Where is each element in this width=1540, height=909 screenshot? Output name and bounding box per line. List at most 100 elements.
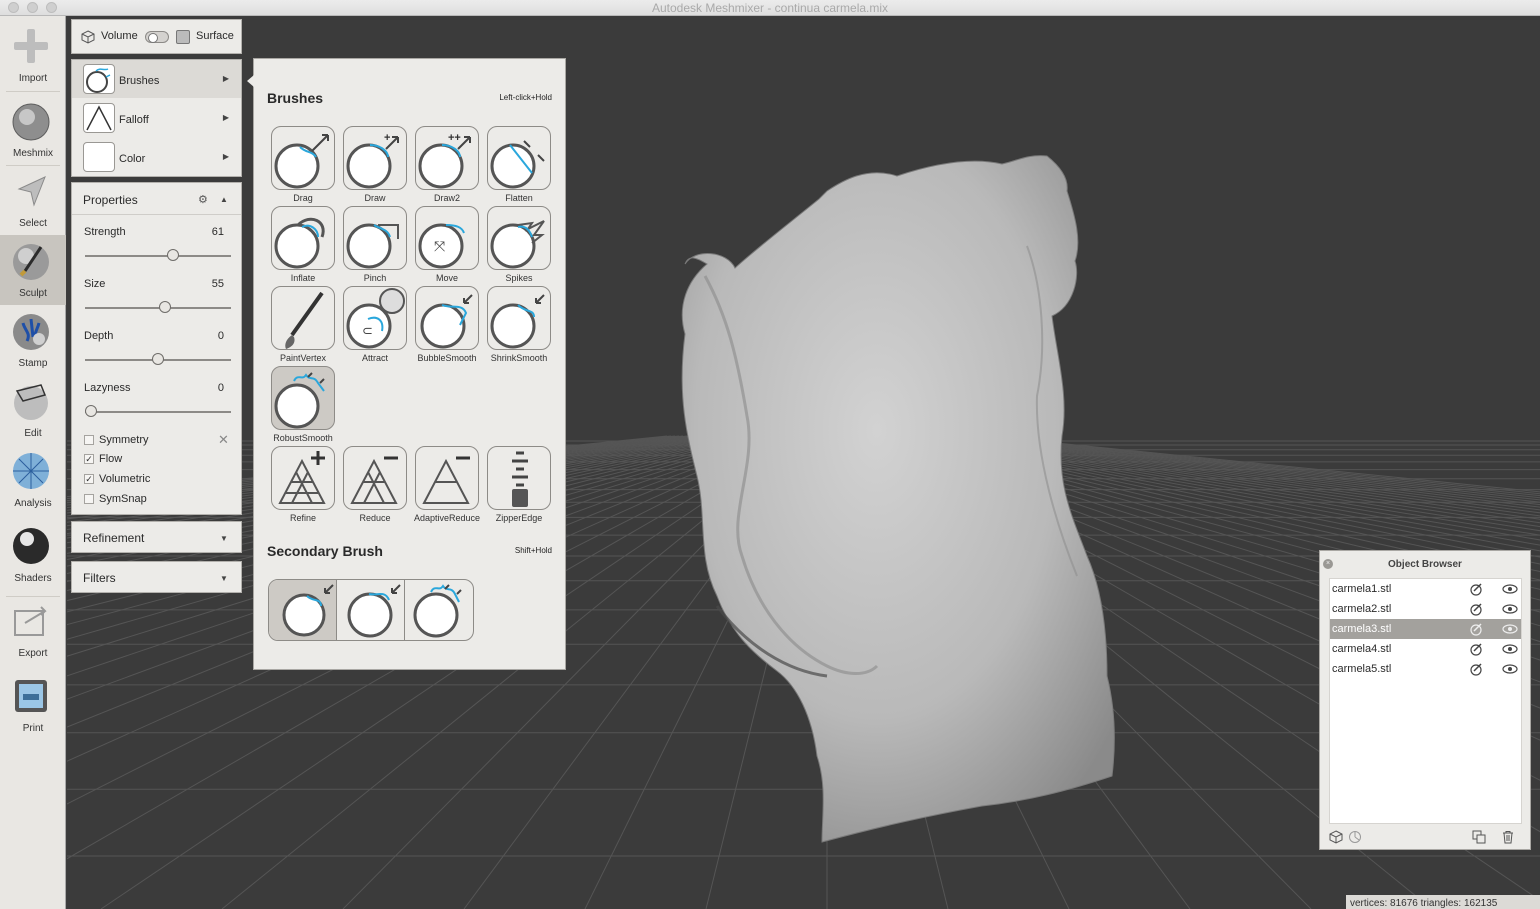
lazyness-slider-track[interactable] [85,411,231,413]
symsnap-checkbox[interactable]: SymSnap [83,492,233,508]
sculpt-tool[interactable]: Sculpt [0,235,66,305]
brush-tile: ++ [415,126,479,190]
brushes-hint: Left-click+Hold [499,93,552,102]
brush-spikes[interactable]: Spikes [486,206,552,284]
size-value[interactable]: 55 [212,278,224,290]
volumetric-checkbox[interactable]: ✓ Volumetric [83,472,233,488]
print-tool[interactable]: Print [0,670,66,740]
flow-checkbox[interactable]: ✓ Flow [83,452,233,468]
secondary-brush-robustsmooth[interactable] [405,580,473,640]
list-item[interactable]: carmela4.stl [1330,639,1521,659]
collapse-arrow-icon[interactable]: ▲ [220,195,228,204]
brush-attract[interactable]: ⊂ Attract [342,286,408,364]
shader-sphere-icon [13,528,49,564]
list-item-selected[interactable]: carmela3.stl [1330,619,1521,639]
strength-value[interactable]: 61 [212,226,224,238]
robust-smooth-icon [86,68,111,93]
volume-surface-toggle[interactable] [145,31,169,43]
list-item[interactable]: carmela2.stl [1330,599,1521,619]
robustsmooth-brush-icon [274,372,325,429]
brush-label: ZipperEdge [495,513,543,523]
checkbox-box[interactable] [84,494,94,504]
meshmix-tool[interactable]: Meshmix [0,95,66,165]
edit-object-icon[interactable] [1469,622,1483,636]
eye-icon[interactable] [1502,624,1518,634]
color-section[interactable]: Color ▶ [72,138,241,176]
brush-refine[interactable]: Refine [270,446,336,524]
bunny-head-icon [12,103,50,141]
shaders-tool[interactable]: Shaders [0,520,66,590]
edit-tool[interactable]: Edit [0,375,66,445]
brushes-popup-title: Brushes [267,90,324,106]
pie-icon[interactable] [1348,830,1362,844]
size-slider-track[interactable] [85,307,231,309]
list-item[interactable]: carmela1.stl [1330,579,1521,599]
import-tool[interactable]: Import [0,20,66,90]
stamp-tool[interactable]: Stamp [0,305,66,375]
depth-value[interactable]: 0 [218,330,224,342]
brush-draw[interactable]: + Draw [342,126,408,204]
duplicate-icon[interactable] [1472,830,1486,844]
size-slider-knob[interactable] [158,301,171,313]
checkbox-box[interactable] [84,435,94,445]
shrinksmooth-brush-icon [490,294,545,349]
object-name: carmela4.stl [1332,643,1392,655]
export-tool[interactable]: Export [0,595,66,665]
brush-shrinksmooth[interactable]: ShrinkSmooth [486,286,552,364]
brush-tile [271,206,335,270]
brush-paintvertex[interactable]: PaintVertex [270,286,336,364]
strength-slider-knob[interactable] [166,249,179,261]
flatten-brush-icon [490,140,545,189]
analysis-tool[interactable]: Analysis [0,445,66,515]
brush-bubblesmooth[interactable]: BubbleSmooth [414,286,480,364]
filters-section[interactable]: Filters ▼ [71,561,242,593]
checkbox-box[interactable]: ✓ [84,474,94,484]
trash-icon[interactable] [1501,830,1515,844]
refinement-section[interactable]: Refinement ▼ [71,521,242,553]
eye-icon[interactable] [1502,664,1518,674]
depth-slider-knob[interactable] [152,353,164,365]
brushes-label: Brushes [119,75,160,87]
plus-icon [14,29,48,63]
edit-object-icon[interactable] [1469,602,1483,616]
draw-brush-icon: + [346,132,399,189]
eye-icon[interactable] [1502,644,1518,654]
brushes-section[interactable]: Brushes ▶ [72,60,241,98]
brush-label: Inflate [290,273,316,283]
lazyness-slider-knob[interactable] [85,405,97,417]
brush-draw2[interactable]: ++ Draw2 [414,126,480,204]
checkbox-box[interactable]: ✓ [84,454,94,464]
falloff-section[interactable]: Falloff ▶ [72,99,241,137]
secondary-brush-bubblesmooth[interactable] [337,580,405,640]
list-item[interactable]: carmela5.stl [1330,659,1521,679]
brush-move[interactable]: ⤧ Move [414,206,480,284]
eye-icon[interactable] [1502,584,1518,594]
symmetry-checkbox[interactable]: Symmetry ✕ [83,432,233,449]
brush-adaptivereduce[interactable]: AdaptiveReduce [414,446,480,524]
brush-reduce[interactable]: Reduce [342,446,408,524]
brush-zipperedge[interactable]: ZipperEdge [486,446,552,524]
gear-icon[interactable]: ⚙ [198,193,208,206]
brush-robustsmooth[interactable]: RobustSmooth [270,366,336,444]
edit-object-icon[interactable] [1469,662,1483,676]
brush-pinch[interactable]: Pinch [342,206,408,284]
eye-icon[interactable] [1502,604,1518,614]
lazyness-value[interactable]: 0 [218,382,224,394]
edit-object-icon[interactable] [1469,582,1483,596]
main-toolbar: Import Meshmix Select Sculpt Stamp Edit … [0,16,66,909]
select-tool[interactable]: Select [0,165,66,235]
secondary-brush-shrinksmooth[interactable] [269,580,337,640]
status-bar: vertices: 81676 triangles: 162135 [1346,895,1540,909]
brush-tile: + [343,126,407,190]
brush-inflate[interactable]: Inflate [270,206,336,284]
properties-header[interactable]: Properties ⚙ ▲ [72,183,241,215]
surface-checkbox[interactable] [176,30,190,44]
mesh-model[interactable] [681,155,1115,843]
brush-drag[interactable]: Drag [270,126,336,204]
brush-flatten[interactable]: Flatten [486,126,552,204]
spikes-brush-icon [490,220,545,269]
symmetry-settings-icon[interactable]: ✕ [218,432,229,448]
strength-slider-track[interactable] [85,255,231,257]
edit-object-icon[interactable] [1469,642,1483,656]
cube-icon[interactable] [1329,830,1343,844]
